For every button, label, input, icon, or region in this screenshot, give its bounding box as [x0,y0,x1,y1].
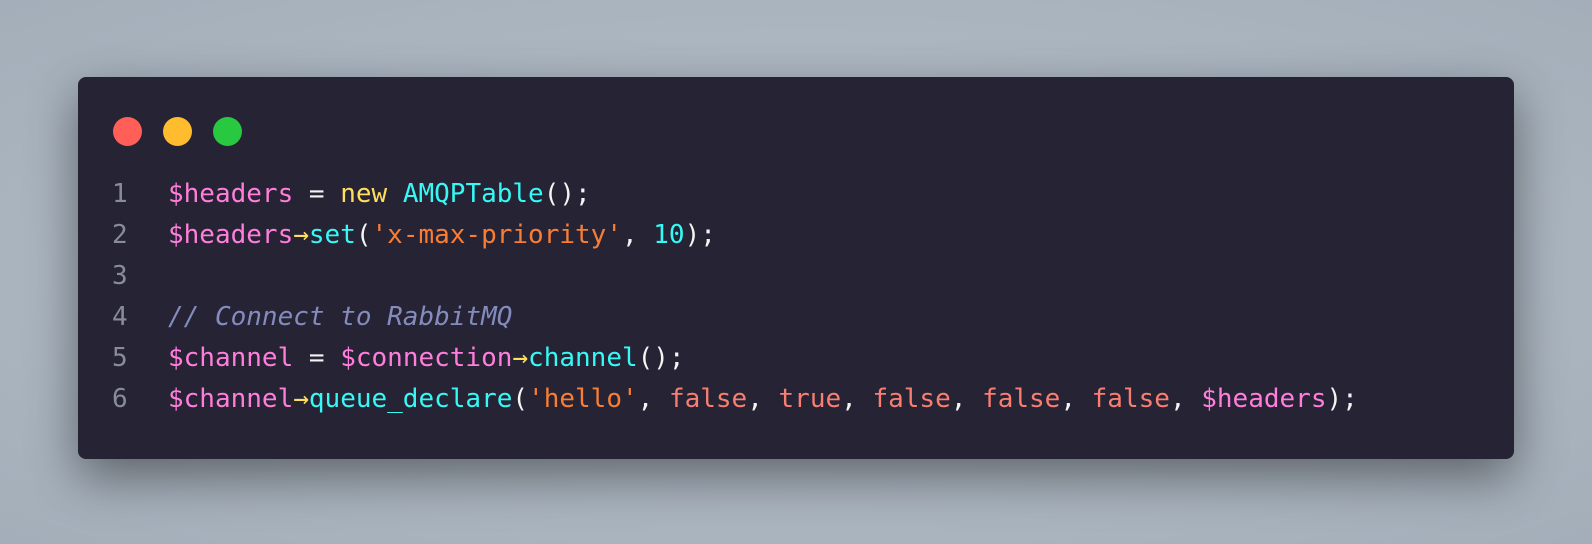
code-token-comment: // Connect to RabbitMQ [168,302,513,332]
code-token-func: queue_declare [308,384,513,414]
code-token-string: 'hello' [528,384,638,414]
code-token-arrow: → [512,343,529,373]
line-content [168,256,1494,297]
code-token-plain: ( [512,384,529,414]
window-controls [113,117,242,146]
code-block: 1 $headers = new AMQPTable(); 2 $headers… [112,174,1494,420]
minimize-button[interactable] [163,117,192,146]
code-token-bool: false [668,384,748,414]
line-number: 3 [112,261,128,291]
close-button[interactable] [113,117,142,146]
code-token-arrow: → [293,384,309,414]
line-number: 6 [112,384,128,414]
code-token-bool: true [778,384,842,414]
code-token-var: $channel [168,384,294,414]
code-token-plain: , [950,384,983,414]
code-token-func: channel [528,343,638,373]
code-token-plain: , [841,384,873,414]
code-token-plain: ); [684,220,716,250]
code-line: 2 $headers→set('x-max-priority', 10); [112,215,1494,256]
code-token-plain: ( [355,220,372,250]
line-number: 2 [112,220,128,250]
code-token-var: $headers [168,220,294,250]
code-token-var: $connection [340,343,513,373]
code-token-plain: , [747,384,779,414]
code-token-plain: ); [1326,384,1358,414]
code-token-plain: , [621,220,654,250]
line-content: $headers→set('x-max-priority', 10); [168,215,1494,256]
maximize-button[interactable] [213,117,242,146]
code-token-bool: false [982,384,1061,414]
code-token-plain: (); [543,179,591,209]
code-token-var: $channel [168,343,294,373]
code-token-bool: false [1091,384,1170,414]
code-token-arrow: → [293,220,309,250]
code-token-class: AMQPTable [402,179,544,209]
code-token-keyword: new [340,179,388,209]
code-token-plain: , [637,384,669,414]
code-token-plain: = [293,343,341,373]
code-token-plain: , [1169,384,1202,414]
code-token-var: $headers [168,179,294,209]
code-token-plain: = [293,179,341,209]
code-token-bool: false [872,384,951,414]
line-content: // Connect to RabbitMQ [168,297,1494,338]
code-line: 4 // Connect to RabbitMQ [112,297,1494,338]
code-line: 1 $headers = new AMQPTable(); [112,174,1494,215]
code-line: 5 $channel = $connection→channel(); [112,338,1494,379]
code-window: 1 $headers = new AMQPTable(); 2 $headers… [78,77,1514,459]
code-token-number: 10 [653,220,685,250]
line-content: $headers = new AMQPTable(); [168,174,1494,215]
code-token-plain: , [1060,384,1092,414]
line-number: 5 [112,343,128,373]
code-line: 3 [112,256,1494,297]
line-content: $channel = $connection→channel(); [168,338,1494,379]
line-content: $channel→queue_declare('hello', false, t… [168,379,1494,420]
code-line: 6 $channel→queue_declare('hello', false,… [112,379,1494,420]
code-token-string: 'x-max-priority' [371,220,622,250]
line-number: 1 [112,179,128,209]
code-token-plain: (); [637,343,685,373]
line-number: 4 [112,302,128,332]
code-token-func: set [308,220,356,250]
code-token-var: $headers [1201,384,1327,414]
